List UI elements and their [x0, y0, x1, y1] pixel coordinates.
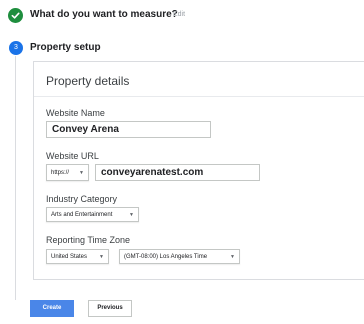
- website-name-label: Website Name: [46, 108, 105, 118]
- create-button[interactable]: Create: [30, 300, 74, 317]
- card-title: Property details: [46, 74, 130, 88]
- industry-category-select[interactable]: Arts and Entertainment ▼: [46, 207, 139, 222]
- step-complete-check-icon: [8, 8, 23, 23]
- card-header-divider: [34, 96, 364, 97]
- chevron-down-icon: ▼: [129, 212, 134, 218]
- chevron-down-icon: ▼: [79, 170, 84, 176]
- time-zone-select[interactable]: (GMT-08:00) Los Angeles Time ▼: [119, 249, 240, 264]
- url-protocol-select[interactable]: https:// ▼: [46, 164, 89, 181]
- time-zone-country-select[interactable]: United States ▼: [46, 249, 109, 264]
- step-property-setup-title: Property setup: [30, 42, 101, 53]
- edit-link[interactable]: Edit: [173, 11, 185, 18]
- chevron-down-icon: ▼: [99, 254, 104, 260]
- chevron-down-icon: ▼: [230, 254, 235, 260]
- url-protocol-value: https://: [51, 170, 70, 176]
- time-zone-value: (GMT-08:00) Los Angeles Time: [124, 254, 208, 260]
- industry-category-label: Industry Category: [46, 194, 118, 204]
- stepper-timeline: [15, 56, 16, 300]
- time-zone-country-value: United States: [51, 254, 88, 260]
- previous-button[interactable]: Previous: [88, 300, 132, 317]
- industry-category-value: Arts and Entertainment: [51, 212, 113, 218]
- step-measure-title: What do you want to measure?: [30, 9, 178, 20]
- check-icon: [11, 12, 20, 19]
- website-name-input[interactable]: [46, 121, 211, 138]
- website-url-input[interactable]: [95, 164, 260, 181]
- website-url-label: Website URL: [46, 151, 99, 161]
- time-zone-label: Reporting Time Zone: [46, 235, 131, 245]
- step-number-badge: 3: [9, 41, 23, 55]
